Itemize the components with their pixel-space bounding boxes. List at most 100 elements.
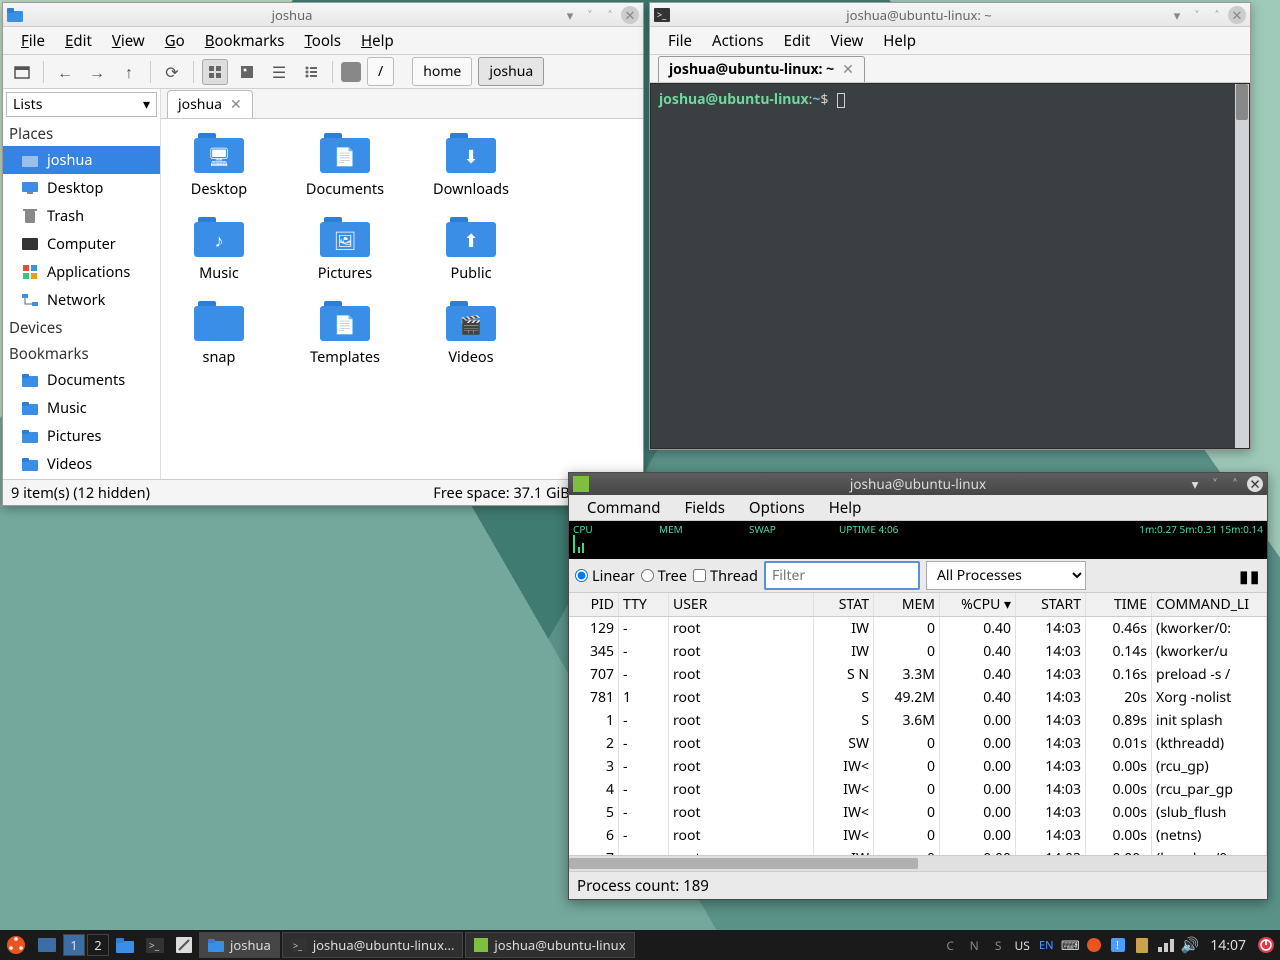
forward-button[interactable]: → <box>84 59 110 85</box>
tab-close-icon[interactable]: ✕ <box>230 95 242 114</box>
process-scope-dropdown[interactable]: All Processes <box>926 561 1086 590</box>
col-command[interactable]: COMMAND_LI <box>1152 593 1267 616</box>
menu-view[interactable]: View <box>820 27 873 55</box>
terminal-scrollbar[interactable] <box>1235 84 1249 448</box>
show-desktop-button[interactable] <box>32 930 62 960</box>
minimize-button[interactable]: ▾ <box>1187 476 1203 492</box>
folder-music[interactable]: ♪Music <box>171 217 267 283</box>
maximize-button[interactable]: ˄ <box>601 6 619 24</box>
maximize-button[interactable]: ˄ <box>1227 476 1243 492</box>
folder-desktop[interactable]: 🖥Desktop <box>171 133 267 199</box>
view-linear-radio[interactable]: Linear <box>575 566 635 586</box>
folder-templates[interactable]: 📄Templates <box>297 301 393 367</box>
maximize-down-button[interactable]: ˅ <box>581 6 599 24</box>
table-row[interactable]: 707-rootS N3.3M0.4014:030.16spreload -s … <box>569 663 1267 686</box>
process-table[interactable]: PID TTY USER STAT MEM %CPU ▾ START TIME … <box>569 593 1267 871</box>
keyboard-indicator[interactable]: EN <box>1036 935 1056 955</box>
notification-icon[interactable]: ! <box>1108 935 1128 955</box>
back-button[interactable]: ← <box>52 59 78 85</box>
tab-close-icon[interactable]: ✕ <box>842 60 854 79</box>
menu-fields[interactable]: Fields <box>673 495 737 521</box>
sidebar-item-desktop[interactable]: Desktop <box>3 174 160 202</box>
menu-help[interactable]: Help <box>351 27 404 55</box>
compact-view-button[interactable]: ☰ <box>266 59 292 85</box>
sidebar-bookmark-music[interactable]: Music <box>3 394 160 422</box>
menu-file[interactable]: File <box>658 27 702 55</box>
sidebar-bookmark-videos[interactable]: Videos <box>3 450 160 478</box>
path-entry-toggle[interactable] <box>341 62 361 82</box>
launcher-editor[interactable] <box>170 930 198 960</box>
col-time[interactable]: TIME <box>1086 593 1152 616</box>
launcher-terminal[interactable]: >_ <box>140 930 170 960</box>
menu-help[interactable]: Help <box>817 495 874 521</box>
col-start[interactable]: START <box>1016 593 1086 616</box>
thumbnail-view-button[interactable] <box>234 59 260 85</box>
path-home[interactable]: home <box>412 57 472 86</box>
close-button[interactable]: ✕ <box>1247 476 1263 492</box>
folder-snap[interactable]: snap <box>171 301 267 367</box>
menu-edit[interactable]: Edit <box>774 27 821 55</box>
folder-downloads[interactable]: ⬇Downloads <box>423 133 519 199</box>
close-button[interactable]: ✕ <box>1228 6 1246 24</box>
menu-file[interactable]: File <box>11 27 55 55</box>
list-view-button[interactable] <box>298 59 324 85</box>
terminal-body[interactable]: joshua@ubuntu-linux:~$ <box>650 83 1250 449</box>
sidebar-item-computer[interactable]: Computer <box>3 230 160 258</box>
folder-documents[interactable]: 📄Documents <box>297 133 393 199</box>
process-monitor-window[interactable]: joshua@ubuntu-linux ▾ ˅ ˄ ✕ Command Fiel… <box>568 472 1268 900</box>
fm-icon-view[interactable]: 🖥Desktop 📄Documents ⬇Downloads ♪Music 🖼Pictu… <box>161 119 643 479</box>
menu-options[interactable]: Options <box>737 495 817 521</box>
col-mem[interactable]: MEM <box>874 593 940 616</box>
menu-edit[interactable]: Edit <box>55 27 102 55</box>
new-tab-button[interactable] <box>9 59 35 85</box>
path-joshua[interactable]: joshua <box>478 57 544 86</box>
taskbar-window-procmon[interactable]: joshua@ubuntu-linux <box>465 932 634 958</box>
fm-titlebar[interactable]: joshua ▾ ˅ ˄ ✕ <box>3 3 643 27</box>
col-user[interactable]: USER <box>669 593 814 616</box>
reload-button[interactable]: ⟳ <box>159 59 185 85</box>
col-cpu[interactable]: %CPU ▾ <box>940 593 1016 616</box>
file-manager-window[interactable]: joshua ▾ ˅ ˄ ✕ File Edit View Go Bookmar… <box>2 2 644 506</box>
pause-button[interactable]: ▮▮ <box>1239 565 1261 587</box>
menu-help[interactable]: Help <box>873 27 926 55</box>
sidebar-mode-dropdown[interactable]: Lists▾ <box>6 92 157 117</box>
col-pid[interactable]: PID <box>569 593 619 616</box>
terminal-window[interactable]: >_ joshua@ubuntu-linux: ~ ▾ ˅ ˄ ✕ File A… <box>649 2 1251 450</box>
table-row[interactable]: 7811rootS49.2M0.4014:0320sXorg -nolist <box>569 686 1267 709</box>
update-icon[interactable] <box>1084 935 1104 955</box>
horizontal-scrollbar[interactable] <box>569 855 1267 871</box>
maximize-button[interactable]: ˄ <box>1208 6 1226 24</box>
table-row[interactable]: 6-rootIW<00.0014:030.00s(netns) <box>569 824 1267 847</box>
view-thread-check[interactable]: Thread <box>693 566 758 586</box>
term-tab[interactable]: joshua@ubuntu-linux: ~✕ <box>658 56 865 82</box>
sidebar-item-network[interactable]: Network <box>3 286 160 314</box>
workspace-1[interactable]: 1 <box>63 934 85 956</box>
maximize-down-button[interactable]: ˅ <box>1188 6 1206 24</box>
menu-tools[interactable]: Tools <box>294 27 351 55</box>
filter-input[interactable] <box>764 561 920 590</box>
table-row[interactable]: 5-rootIW<00.0014:030.00s(slub_flush <box>569 801 1267 824</box>
menu-bookmarks[interactable]: Bookmarks <box>195 27 295 55</box>
col-tty[interactable]: TTY <box>619 593 669 616</box>
pm-titlebar[interactable]: joshua@ubuntu-linux ▾ ˅ ˄ ✕ <box>569 473 1267 495</box>
clock[interactable]: 14:07 <box>1204 936 1252 955</box>
workspace-2[interactable]: 2 <box>87 934 109 956</box>
folder-videos[interactable]: 🎬Videos <box>423 301 519 367</box>
folder-public[interactable]: ⬆Public <box>423 217 519 283</box>
menu-view[interactable]: View <box>102 27 155 55</box>
folder-pictures[interactable]: 🖼Pictures <box>297 217 393 283</box>
taskbar-window-files[interactable]: joshua <box>199 932 280 958</box>
close-button[interactable]: ✕ <box>621 6 639 24</box>
table-row[interactable]: 3-rootIW<00.0014:030.00s(rcu_gp) <box>569 755 1267 778</box>
taskbar-window-terminal[interactable]: >_joshua@ubuntu-linux... <box>282 932 464 958</box>
table-row[interactable]: 129-rootIW00.4014:030.46s(kworker/0: <box>569 617 1267 640</box>
launcher-files[interactable] <box>110 930 140 960</box>
sidebar-bookmark-documents[interactable]: Documents <box>3 366 160 394</box>
table-row[interactable]: 4-rootIW<00.0014:030.00s(rcu_par_gp <box>569 778 1267 801</box>
lang-indicator[interactable]: US <box>1012 935 1032 955</box>
table-row[interactable]: 1-rootS3.6M0.0014:030.89sinit splash <box>569 709 1267 732</box>
view-tree-radio[interactable]: Tree <box>641 566 687 586</box>
fm-tab[interactable]: joshua✕ <box>167 90 253 118</box>
table-row[interactable]: 7-rootIW00.0014:030.00s(kworker/0: <box>569 847 1267 855</box>
sidebar-bookmark-pictures[interactable]: Pictures <box>3 422 160 450</box>
